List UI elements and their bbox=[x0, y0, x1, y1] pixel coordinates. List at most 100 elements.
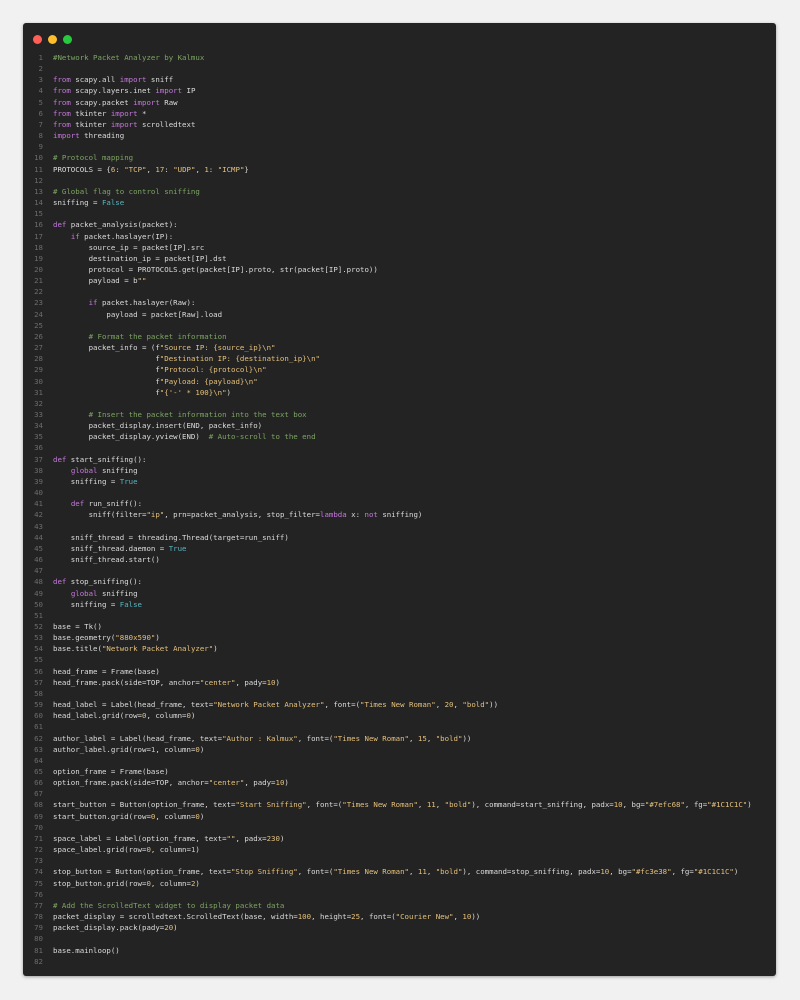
line-number: 77 bbox=[34, 900, 43, 910]
line-number: 1 bbox=[38, 53, 43, 62]
line-number: 26 bbox=[34, 331, 43, 341]
code-line: 31 f"{'-' * 100}\n") bbox=[23, 387, 776, 398]
line-number: 70 bbox=[34, 822, 43, 832]
line-number: 44 bbox=[34, 532, 43, 542]
code-editor: 1 #Network Packet Analyzer by Kalmux 2 3 fro… bbox=[23, 52, 776, 967]
line-text: from scapy.layers.inet import IP bbox=[53, 86, 196, 96]
line-number: 78 bbox=[34, 912, 43, 922]
minimize-button[interactable] bbox=[48, 35, 57, 44]
code-line: 81 base.mainloop() bbox=[23, 945, 776, 956]
line-number: 13 bbox=[34, 186, 43, 196]
line-text: start_button.grid(row=0, column=0) bbox=[53, 811, 205, 821]
code-line: 18 source_ip = packet[IP].src bbox=[23, 242, 776, 253]
line-number: 82 bbox=[34, 956, 43, 966]
code-line: 41 def run_sniff(): bbox=[23, 498, 776, 509]
code-line: 14 sniffing = False bbox=[23, 197, 776, 208]
code-line: 69 start_button.grid(row=0, column=0) bbox=[23, 811, 776, 822]
code-line: 35 packet_display.yview(END) # Auto-scro… bbox=[23, 431, 776, 442]
line-text: #Network Packet Analyzer by Kalmux bbox=[53, 53, 205, 62]
code-line: 71 space_label = Label(option_frame, text… bbox=[23, 833, 776, 844]
maximize-button[interactable] bbox=[63, 35, 72, 44]
code-line: 65 option_frame = Frame(base) bbox=[23, 766, 776, 777]
line-number: 4 bbox=[38, 86, 43, 96]
code-line: 8 import threading bbox=[23, 130, 776, 141]
line-number: 14 bbox=[34, 198, 43, 208]
code-line: 59 head_label = Label(head_frame, text="N… bbox=[23, 699, 776, 710]
line-number: 48 bbox=[34, 577, 43, 587]
line-text: f"{'-' * 100}\n") bbox=[53, 387, 231, 397]
line-number: 67 bbox=[34, 789, 43, 799]
line-text: option_frame = Frame(base) bbox=[53, 767, 169, 776]
line-number: 72 bbox=[34, 845, 43, 855]
line-text: stop_button = Button(option_frame, text=… bbox=[53, 867, 739, 877]
code-line: 7 from tkinter import scrolledtext bbox=[23, 119, 776, 130]
line-text: global sniffing bbox=[70, 588, 138, 598]
code-line: 1 #Network Packet Analyzer by Kalmux bbox=[23, 52, 776, 63]
line-text: base.title("Network Packet Analyzer") bbox=[53, 644, 218, 654]
code-line: 64 bbox=[23, 755, 776, 766]
line-number: 25 bbox=[34, 320, 43, 330]
code-line: 74 stop_button = Button(option_frame, tex… bbox=[23, 866, 776, 877]
code-line: 61 bbox=[23, 721, 776, 732]
code-line: 23 if packet.haslayer(Raw): bbox=[23, 297, 776, 308]
code-line: 29 f"Protocol: {protocol}\n" bbox=[23, 364, 776, 375]
line-number: 21 bbox=[34, 276, 43, 286]
line-number: 18 bbox=[34, 242, 43, 252]
line-text: head_label = Label(head_frame, text="Net… bbox=[53, 700, 499, 710]
code-line: 12 bbox=[23, 175, 776, 186]
line-number: 27 bbox=[34, 343, 43, 353]
line-number: 61 bbox=[34, 722, 43, 732]
line-text: global sniffing bbox=[70, 465, 138, 475]
code-line: 49 global sniffing bbox=[23, 588, 776, 599]
line-text: from scapy.all import sniff bbox=[53, 75, 174, 85]
code-line: 36 bbox=[23, 442, 776, 453]
line-number: 80 bbox=[34, 934, 43, 944]
line-text: sniffing = True bbox=[53, 476, 138, 486]
line-number: 40 bbox=[34, 488, 43, 498]
line-number: 51 bbox=[34, 610, 43, 620]
code-line: 51 bbox=[23, 610, 776, 621]
line-number: 37 bbox=[34, 454, 43, 464]
line-text: space_label = Label(option_frame, text="… bbox=[53, 833, 285, 843]
line-number: 11 bbox=[34, 164, 43, 174]
line-text: from scapy.packet import Raw bbox=[53, 97, 178, 107]
line-number: 15 bbox=[34, 209, 43, 219]
line-text: author_label = Label(head_frame, text="A… bbox=[53, 733, 472, 743]
line-number: 19 bbox=[34, 253, 43, 263]
line-number: 6 bbox=[38, 108, 43, 118]
line-number: 8 bbox=[38, 131, 43, 141]
code-line: 43 bbox=[23, 521, 776, 532]
line-text: payload = packet[Raw].load bbox=[53, 309, 223, 319]
line-number: 63 bbox=[34, 744, 43, 754]
code-line: 60 head_label.grid(row=0, column=0) bbox=[23, 710, 776, 721]
line-text: if packet.haslayer(Raw): bbox=[88, 298, 196, 308]
line-text: space_label.grid(row=0, column=1) bbox=[53, 845, 200, 855]
line-text: from tkinter import scrolledtext bbox=[53, 119, 196, 129]
window-titlebar bbox=[23, 23, 776, 53]
line-text: import threading bbox=[53, 131, 125, 141]
line-number: 49 bbox=[34, 588, 43, 598]
line-number: 55 bbox=[34, 655, 43, 665]
line-text: sniffing = False bbox=[53, 599, 142, 609]
line-number: 64 bbox=[34, 755, 43, 765]
code-line: 75 stop_button.grid(row=0, column=2) bbox=[23, 878, 776, 889]
code-line: 56 head_frame = Frame(base) bbox=[23, 666, 776, 677]
line-number: 41 bbox=[34, 499, 43, 509]
line-number: 39 bbox=[34, 476, 43, 486]
code-line: 82 bbox=[23, 956, 776, 967]
code-line: 25 bbox=[23, 320, 776, 331]
code-line: 2 bbox=[23, 63, 776, 74]
line-text: f"Payload: {payload}\n" bbox=[53, 376, 258, 386]
close-button[interactable] bbox=[33, 35, 42, 44]
code-line: 72 space_label.grid(row=0, column=1) bbox=[23, 844, 776, 855]
code-line: 76 bbox=[23, 889, 776, 900]
line-number: 62 bbox=[34, 733, 43, 743]
line-number: 24 bbox=[34, 309, 43, 319]
line-text: sniff_thread.start() bbox=[53, 555, 160, 565]
line-text: # Format the packet information bbox=[88, 331, 227, 341]
line-number: 81 bbox=[34, 945, 43, 955]
code-line: 4 from scapy.layers.inet import IP bbox=[23, 85, 776, 96]
code-line: 30 f"Payload: {payload}\n" bbox=[23, 376, 776, 387]
line-number: 7 bbox=[38, 119, 43, 129]
line-number: 46 bbox=[34, 555, 43, 565]
